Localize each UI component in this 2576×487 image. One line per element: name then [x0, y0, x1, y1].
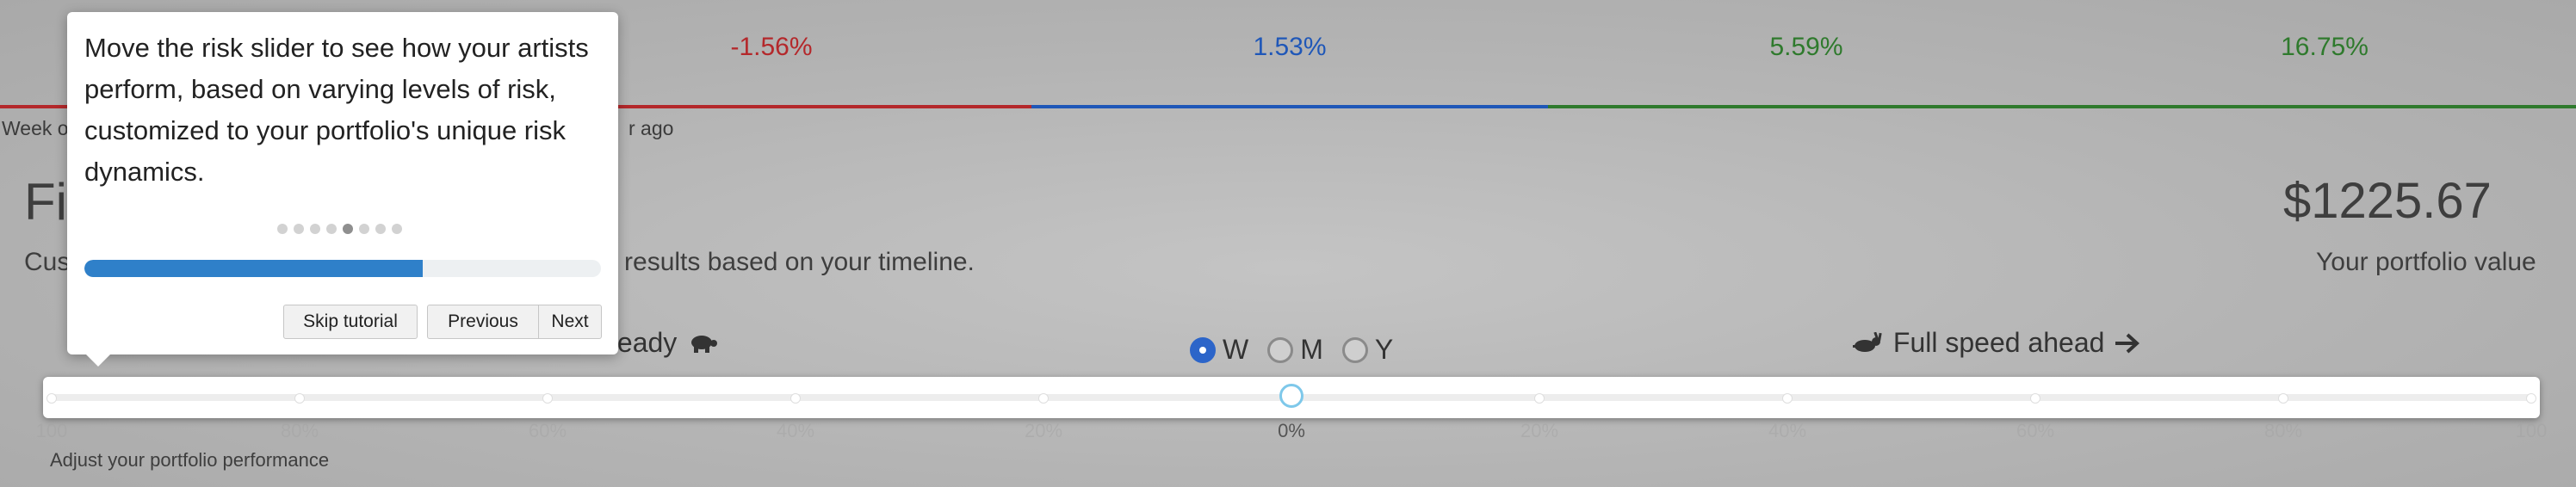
- tutorial-progress-fill: [84, 260, 423, 277]
- slider-tick-label: 100: [2515, 420, 2548, 441]
- arrow-right-icon: [2115, 333, 2140, 354]
- segment-divider-green: [1548, 105, 2576, 108]
- timeline-radio-week-label: W: [1223, 334, 1249, 365]
- risk-slider[interactable]: [43, 377, 2540, 418]
- tutorial-step-dot: [392, 224, 402, 234]
- timeline-radio-week[interactable]: [1190, 336, 1216, 363]
- slider-tick-label: 80%: [2263, 420, 2303, 441]
- slider-tick: [2030, 393, 2040, 404]
- tutorial-step-dot: [343, 224, 353, 234]
- previous-button[interactable]: Previous: [427, 305, 539, 339]
- rabbit-icon: [1853, 331, 1882, 352]
- slider-tick-label: 40%: [776, 420, 815, 441]
- slider-tick-label: 20%: [1520, 420, 1559, 441]
- full-speed-label: Full speed ahead: [1849, 327, 2141, 359]
- tutorial-step-dot: [375, 224, 386, 234]
- slider-tick-label: 80%: [280, 420, 319, 441]
- tutorial-progress-bar: [84, 260, 601, 277]
- tutorial-step-dot: [277, 224, 288, 234]
- slider-tick-label: 20%: [1024, 420, 1063, 441]
- steady-label-text: teady: [610, 327, 678, 358]
- timeline-radio-year[interactable]: [1341, 336, 1368, 363]
- slider-tick-label: 40%: [1768, 420, 1807, 441]
- return-value-3: 5.59%: [1769, 33, 1843, 61]
- slider-tick: [790, 393, 801, 404]
- page-title: Fi: [24, 173, 67, 231]
- slider-caption: Adjust your portfolio performance: [50, 449, 330, 471]
- return-value-1: -1.56%: [730, 33, 813, 61]
- skip-tutorial-button[interactable]: Skip tutorial: [283, 305, 418, 339]
- tutorial-step-dots: [277, 224, 402, 234]
- turtle-icon: [691, 336, 718, 353]
- slider-tick: [542, 393, 553, 404]
- slider-handle[interactable]: [1279, 384, 1303, 408]
- timeline-selector: W M Y: [1190, 334, 1405, 366]
- tutorial-step-dot: [326, 224, 337, 234]
- tutorial-text: Move the risk slider to see how your art…: [84, 33, 589, 187]
- slider-tick: [1782, 393, 1793, 404]
- slider-tick-label: 60%: [528, 420, 567, 441]
- tutorial-step-dot: [359, 224, 369, 234]
- tutorial-popover: Move the risk slider to see how your art…: [67, 12, 618, 367]
- next-button[interactable]: Next: [538, 305, 602, 339]
- timeline-radio-month-label: M: [1300, 334, 1323, 365]
- slider-tick: [294, 393, 305, 404]
- slider-tick: [46, 393, 57, 404]
- slider-tick-label: 0%: [1278, 420, 1305, 441]
- timeline-radio-month[interactable]: [1267, 336, 1294, 363]
- slider-tick-label: 60%: [2016, 420, 2055, 441]
- slider-tick: [1038, 393, 1049, 404]
- steady-label: teady: [610, 327, 719, 359]
- slider-tick: [2526, 393, 2536, 404]
- timeline-radio-year-label: Y: [1374, 334, 1394, 365]
- slider-tick: [1534, 393, 1545, 404]
- tutorial-step-dot: [310, 224, 320, 234]
- tutorial-step-dot: [294, 224, 304, 234]
- portfolio-value-label: Your portfolio value: [2316, 248, 2536, 276]
- full-speed-label-text: Full speed ahead: [1892, 327, 2105, 358]
- period-label-week: Week o: [2, 117, 69, 139]
- segment-divider-blue: [1031, 105, 1548, 108]
- return-value-4: 16.75%: [2281, 33, 2369, 61]
- portfolio-value: $1225.67: [2283, 173, 2492, 229]
- page-description: Cus: [24, 248, 71, 276]
- slider-tick-label: 100: [35, 420, 68, 441]
- page-description-rest: n results based on your timeline.: [603, 248, 975, 276]
- return-value-2: 1.53%: [1253, 33, 1327, 61]
- slider-tick: [2278, 393, 2288, 404]
- period-label-ago: r ago: [629, 117, 674, 139]
